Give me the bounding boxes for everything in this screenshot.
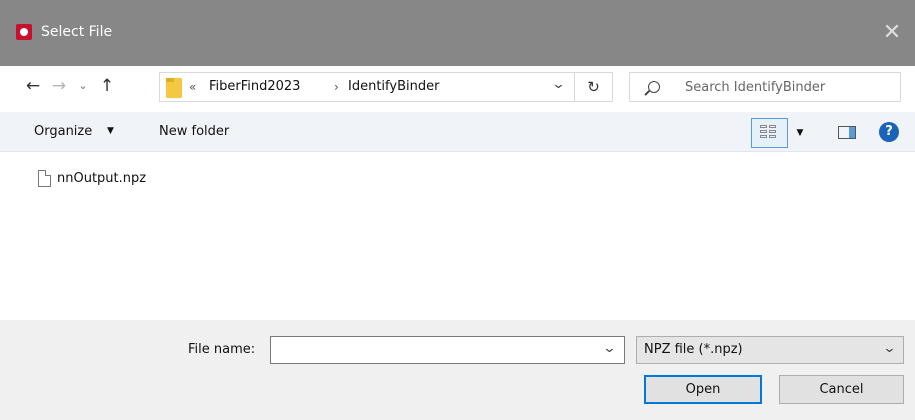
forward-arrow-icon[interactable]: →: [48, 72, 70, 100]
search-icon: [648, 81, 660, 93]
file-name-label: File name:: [188, 342, 256, 357]
breadcrumb-identifybinder[interactable]: IdentifyBinder: [348, 79, 439, 95]
view-options-dropdown-icon[interactable]: ▼: [788, 118, 812, 148]
change-view-button[interactable]: [751, 118, 788, 148]
file-type-select[interactable]: NPZ file (*.npz) ⌄: [636, 336, 904, 364]
preview-pane-icon[interactable]: [838, 126, 856, 139]
bottom-panel: File name: ⌄ NPZ file (*.npz) ⌄ Open Can…: [0, 320, 915, 420]
select-file-dialog: Select File ✕ ← → ⌄ ↑ « FiberFind2023 › …: [0, 0, 915, 420]
file-name-dropdown-icon[interactable]: ⌄: [602, 341, 616, 356]
breadcrumb-separator-icon[interactable]: ›: [334, 79, 339, 95]
refresh-icon: ↻: [587, 78, 600, 96]
organize-button[interactable]: Organize: [34, 124, 92, 140]
file-icon: [38, 170, 51, 187]
title-bar[interactable]: Select File ✕: [0, 0, 915, 66]
address-bar[interactable]: « FiberFind2023 › IdentifyBinder ⌄: [159, 72, 575, 102]
file-type-value: NPZ file (*.npz): [644, 342, 743, 357]
cancel-button[interactable]: Cancel: [779, 375, 904, 404]
refresh-button[interactable]: ↻: [575, 72, 613, 102]
back-arrow-icon[interactable]: ←: [22, 72, 44, 100]
app-logo-icon: [16, 24, 32, 40]
close-icon[interactable]: ✕: [869, 10, 915, 56]
details-view-icon: [760, 125, 778, 141]
address-dropdown-icon[interactable]: ⌄: [551, 77, 565, 92]
navigation-bar: ← → ⌄ ↑ « FiberFind2023 › IdentifyBinder…: [0, 66, 915, 112]
search-placeholder: Search IdentifyBinder: [685, 80, 826, 95]
file-name-input[interactable]: [270, 336, 625, 364]
file-name: nnOutput.npz: [57, 171, 147, 186]
file-type-dropdown-icon[interactable]: ⌄: [882, 341, 896, 356]
command-bar: Organize ▼ New folder ▼ ?: [0, 112, 915, 152]
search-box[interactable]: Search IdentifyBinder: [629, 72, 901, 102]
up-arrow-icon[interactable]: ↑: [96, 72, 118, 100]
folder-icon: [166, 78, 182, 98]
open-button[interactable]: Open: [644, 375, 762, 404]
recent-locations-chevron-icon[interactable]: ⌄: [72, 72, 94, 100]
organize-caret-icon[interactable]: ▼: [107, 123, 114, 139]
overflow-chevron-icon[interactable]: «: [189, 80, 196, 94]
help-icon[interactable]: ?: [879, 122, 899, 142]
new-folder-button[interactable]: New folder: [159, 124, 229, 140]
breadcrumb-fiberfind2023[interactable]: FiberFind2023: [209, 79, 300, 95]
file-list[interactable]: nnOutput.npz: [10, 152, 905, 320]
dialog-title: Select File: [41, 24, 113, 40]
